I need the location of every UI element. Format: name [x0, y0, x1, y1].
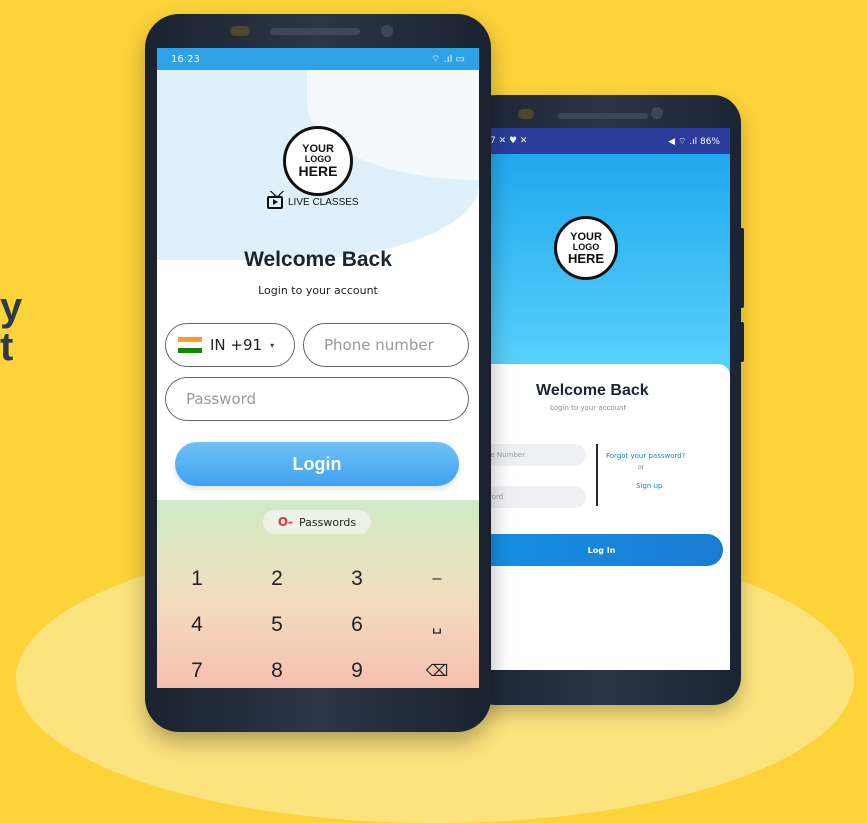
key-icon: O‑ — [277, 515, 294, 529]
live-classes-label: LIVE CLASSES — [267, 196, 359, 209]
key-6[interactable]: 6 — [317, 613, 397, 637]
back-status-bar: 7 ✕ ♥ ✕ ◀ ⌔ .ıl 86% — [480, 128, 730, 154]
key-9[interactable]: 9 — [317, 659, 397, 683]
front-status-icons: ⌔ .ıl ▭ — [431, 53, 465, 65]
back-divider — [596, 444, 598, 506]
tv-icon — [267, 196, 283, 209]
keypad-row: 4 5 6 ␣ — [157, 602, 479, 648]
front-phone-sensor — [230, 26, 250, 36]
back-phone-sensor — [518, 109, 534, 119]
country-code-select[interactable]: IN +91 ▾ — [165, 323, 295, 367]
page-subtitle: Login to your account — [258, 284, 378, 297]
country-code-value: IN +91 — [210, 336, 263, 354]
back-status-right: ◀ ⌔ .ıl 86% — [668, 136, 720, 147]
forgot-password-link[interactable]: Forgot your password? — [606, 452, 685, 460]
back-subtitle: Login to your account — [550, 404, 627, 412]
back-hero-banner: YOUR LOGO HERE — [480, 154, 730, 374]
key-1[interactable]: 1 — [157, 567, 237, 591]
passwords-chip[interactable]: O‑ Passwords — [263, 510, 371, 534]
sign-up-link[interactable]: Sign up — [636, 482, 662, 490]
cropped-heading-line-1: y — [0, 285, 23, 329]
front-phone-camera — [381, 25, 393, 37]
key-4[interactable]: 4 — [157, 613, 237, 637]
keypad-row: 1 2 3 – — [157, 556, 479, 602]
back-login-card: Welcome Back Login to your account ne Nu… — [480, 364, 730, 670]
key-3[interactable]: 3 — [317, 567, 397, 591]
passwords-chip-label: Passwords — [299, 515, 357, 529]
backspace-icon[interactable]: ⌫ — [397, 661, 477, 681]
back-phone-speaker — [558, 113, 648, 119]
back-phone-camera — [651, 107, 663, 119]
phone-number-input[interactable]: Phone number — [303, 323, 469, 367]
cropped-heading-line-2: t — [0, 325, 14, 369]
front-logo: YOUR LOGO HERE — [283, 126, 353, 196]
back-phone-number-input[interactable]: ne Number — [480, 444, 586, 466]
back-title: Welcome Back — [536, 382, 649, 399]
keypad: 1 2 3 – 4 5 6 ␣ 7 8 9 ⌫ — [157, 556, 479, 688]
key-7[interactable]: 7 — [157, 659, 237, 683]
key-8[interactable]: 8 — [237, 659, 317, 683]
keypad-row: 7 8 9 ⌫ — [157, 648, 479, 688]
space-key-icon[interactable]: ␣ — [397, 615, 477, 635]
back-phone-screen: 7 ✕ ♥ ✕ ◀ ⌔ .ıl 86% YOUR LOGO HERE Welco… — [480, 128, 730, 670]
front-status-time: 16:23 — [171, 53, 200, 65]
front-phone-screen: 16:23 ⌔ .ıl ▭ YOUR LOGO HERE LIVE CLASSE… — [157, 48, 479, 688]
back-login-button[interactable]: Log In — [480, 534, 723, 566]
chevron-down-icon: ▾ — [270, 340, 275, 350]
password-input[interactable]: Password — [165, 377, 469, 421]
front-status-bar: 16:23 ⌔ .ıl ▭ — [157, 48, 479, 70]
back-password-input[interactable]: word — [480, 486, 586, 508]
back-status-left: 7 ✕ ♥ ✕ — [490, 136, 528, 146]
key-2[interactable]: 2 — [237, 567, 317, 591]
numeric-keyboard: O‑ Passwords 1 2 3 – 4 5 6 ␣ 7 8 9 ⌫ — [157, 500, 479, 688]
key-5[interactable]: 5 — [237, 613, 317, 637]
back-phone-side-button-2 — [739, 322, 744, 362]
india-flag-icon — [178, 337, 202, 353]
key-dash[interactable]: – — [397, 570, 477, 588]
back-phone-side-button — [739, 228, 744, 308]
or-text: or — [638, 464, 645, 471]
front-phone-speaker — [270, 28, 360, 35]
page-title: Welcome Back — [244, 248, 392, 271]
login-button[interactable]: Login — [175, 442, 459, 486]
live-classes-text: LIVE CLASSES — [288, 197, 359, 208]
back-logo: YOUR LOGO HERE — [554, 216, 618, 280]
